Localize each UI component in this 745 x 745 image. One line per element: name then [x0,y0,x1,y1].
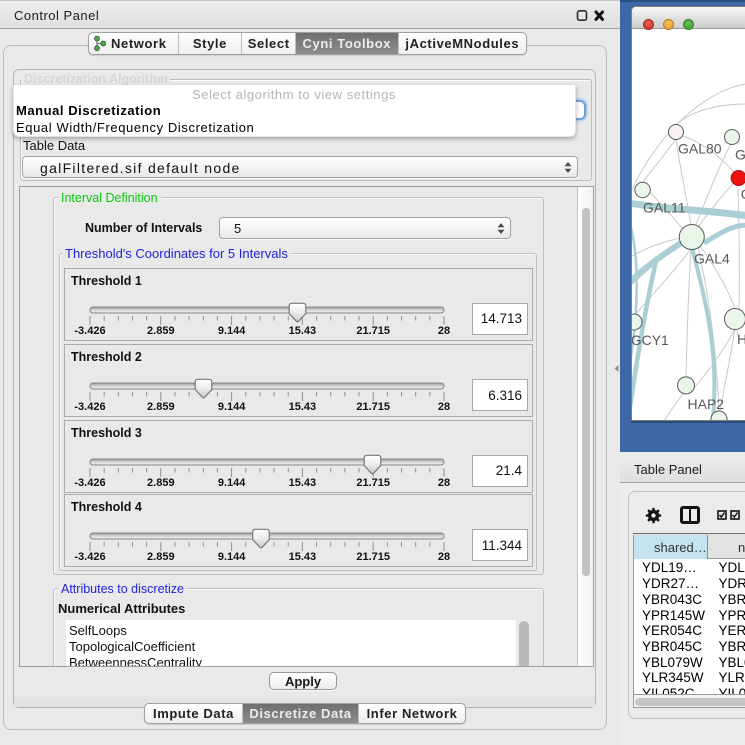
svg-text:H: H [737,331,745,347]
svg-text:15.43: 15.43 [289,477,317,489]
svg-text:GAL80: GAL80 [678,140,722,156]
svg-text:28: 28 [438,551,450,563]
svg-text:21.715: 21.715 [356,325,390,337]
svg-text:21.715: 21.715 [356,401,390,413]
svg-text:GA: GA [735,147,745,163]
svg-text:HAP2: HAP2 [688,396,725,412]
svg-text:28: 28 [438,477,450,489]
svg-text:28: 28 [438,325,450,337]
svg-text:28: 28 [438,401,450,413]
svg-text:GCY1: GCY1 [632,332,669,348]
svg-text:21.715: 21.715 [356,477,390,489]
svg-text:-3.426: -3.426 [74,551,105,563]
svg-text:2.859: 2.859 [147,325,175,337]
svg-text:GAL4: GAL4 [694,251,730,267]
svg-text:9.144: 9.144 [218,477,246,489]
svg-text:15.43: 15.43 [289,401,317,413]
svg-text:-3.426: -3.426 [74,477,105,489]
svg-text:9.144: 9.144 [218,551,246,563]
svg-text:15.43: 15.43 [289,325,317,337]
svg-text:9.144: 9.144 [218,401,246,413]
svg-text:-3.426: -3.426 [74,401,105,413]
svg-text:9.144: 9.144 [218,325,246,337]
svg-text:C: C [741,186,745,202]
svg-text:21.715: 21.715 [356,551,390,563]
svg-text:GAL11: GAL11 [643,200,686,216]
svg-text:2.859: 2.859 [147,401,175,413]
svg-text:2.859: 2.859 [147,477,175,489]
svg-text:2.859: 2.859 [147,551,175,563]
svg-text:15.43: 15.43 [289,551,317,563]
svg-text:-3.426: -3.426 [74,325,105,337]
